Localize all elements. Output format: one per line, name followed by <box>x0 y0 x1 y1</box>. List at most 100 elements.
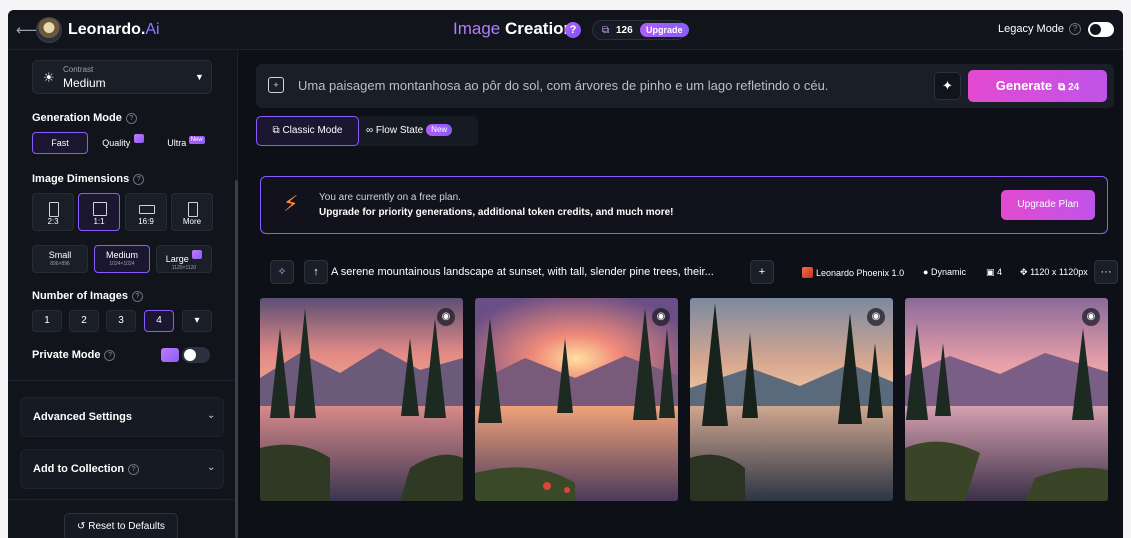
view-eye-icon[interactable]: ◉ <box>437 308 455 326</box>
mode-fast-button[interactable]: Fast <box>32 132 88 154</box>
image-prompt-icon[interactable]: + <box>268 77 284 93</box>
settings-sidebar: ☀ Contrast Medium ▼ Generation Mode? Fas… <box>8 50 238 538</box>
tab-flow-state[interactable]: ∞ Flow State New <box>366 116 478 146</box>
count-1-button[interactable]: 1 <box>32 310 62 332</box>
reset-icon: ↺ <box>77 521 86 532</box>
generated-image-4[interactable]: ◉ <box>905 298 1108 501</box>
generated-image-2[interactable]: ◉ <box>475 298 678 501</box>
help-icon[interactable]: ? <box>125 113 137 124</box>
prompt-input[interactable]: Uma paisagem montanhosa ao pôr do sol, c… <box>298 78 828 93</box>
square-ratio-icon <box>93 202 107 216</box>
prompt-enhance-sparkle-icon[interactable]: ✦ <box>934 72 961 100</box>
generation-info-row: ✧ ↑ A serene mountainous landscape at su… <box>260 260 1118 286</box>
lightning-icon: ⚡ <box>283 191 299 216</box>
brand-logo[interactable] <box>36 17 62 43</box>
new-badge: New <box>188 136 205 144</box>
count-3-button[interactable]: 3 <box>106 310 136 332</box>
banner-line-2: Upgrade for priority generations, additi… <box>319 207 674 218</box>
token-count: 126 <box>616 25 633 36</box>
prompt-bar: + Uma paisagem montanhosa ao pôr do sol,… <box>256 64 1114 108</box>
ratio-more-button[interactable]: More <box>171 193 213 231</box>
landscape-image <box>905 298 1108 501</box>
legacy-help-icon[interactable]: ? <box>1069 23 1081 35</box>
chevron-down-icon: ⌄ <box>207 410 216 421</box>
help-icon[interactable]: ? <box>133 174 145 185</box>
images-icon: ▣ <box>986 267 995 277</box>
size-large-button[interactable]: Large 1120×1120 <box>156 245 212 273</box>
phoenix-model-icon <box>802 267 813 278</box>
count-4-button[interactable]: 4 <box>144 310 174 332</box>
view-eye-icon[interactable]: ◉ <box>867 308 885 326</box>
reset-to-defaults-button[interactable]: ↺ Reset to Defaults <box>64 513 178 538</box>
advanced-settings-accordion[interactable]: Advanced Settings ⌄ <box>20 397 224 437</box>
token-icon: ⧉ <box>1058 82 1066 93</box>
upgrade-button[interactable]: Upgrade <box>640 23 689 37</box>
tab-classic-mode[interactable]: ⧉ Classic Mode <box>256 116 359 146</box>
token-balance[interactable]: ⧉ 126 Upgrade <box>592 20 689 40</box>
landscape-image <box>260 298 463 501</box>
number-of-images-title: Number of Images? <box>32 290 143 302</box>
help-icon[interactable]: ? <box>565 22 581 38</box>
premium-gem-icon <box>133 134 144 143</box>
app-window: ⟵ Leonardo.Ai Image Creation ? ⧉ 126 Upg… <box>8 10 1123 538</box>
contrast-label: Contrast <box>63 65 94 74</box>
generation-mode-title: Generation Mode? <box>32 112 137 124</box>
size-medium-button[interactable]: Medium 1024×1024 <box>94 245 150 273</box>
classic-mode-icon: ⧉ <box>272 125 280 136</box>
model-name: Leonardo Phoenix 1.0 <box>802 267 904 278</box>
magic-wand-icon[interactable]: ✧ <box>270 260 294 284</box>
image-dimensions-title: Image Dimensions? <box>32 173 145 185</box>
collapse-sidebar-icon[interactable]: ⟵ <box>16 21 38 39</box>
toggle-knob <box>1090 24 1101 35</box>
style-name: ● Dynamic <box>923 267 966 277</box>
token-icon: ⧉ <box>602 25 610 36</box>
image-size: ✥ 1120 x 1120px <box>1020 267 1088 277</box>
premium-gem-icon <box>161 348 179 362</box>
count-2-button[interactable]: 2 <box>69 310 99 332</box>
contrast-value: Medium <box>63 76 106 90</box>
add-icon[interactable]: + <box>750 260 774 284</box>
private-mode-label: Private Mode? <box>32 349 116 361</box>
portrait-ratio-icon <box>49 202 59 217</box>
divider <box>8 380 235 381</box>
page-title: Image Creation <box>453 19 574 38</box>
landscape-image <box>475 298 678 501</box>
new-badge: New <box>426 124 453 136</box>
contrast-select[interactable]: ☀ Contrast Medium ▼ <box>32 60 212 94</box>
help-icon[interactable]: ? <box>128 464 140 475</box>
count-more-dropdown[interactable]: ▾ <box>182 310 212 332</box>
view-eye-icon[interactable]: ◉ <box>1082 308 1100 326</box>
generate-button[interactable]: Generate ⧉ 24 <box>968 70 1107 102</box>
ratio-1-1-button[interactable]: 1:1 <box>78 193 120 231</box>
drop-icon: ● <box>923 267 929 277</box>
top-bar: ⟵ Leonardo.Ai Image Creation ? ⧉ 126 Upg… <box>8 10 1123 50</box>
landscape-image <box>690 298 893 501</box>
mode-tabs: ⧉ Classic Mode ∞ Flow State New <box>256 116 478 146</box>
more-options-icon[interactable]: ··· <box>1094 260 1118 284</box>
upgrade-plan-button[interactable]: Upgrade Plan <box>1001 190 1095 220</box>
sun-icon: ☀ <box>43 70 55 85</box>
free-plan-banner: ⚡ You are currently on a free plan. Upgr… <box>260 176 1108 234</box>
mode-quality-button[interactable]: Quality <box>94 132 152 154</box>
generation-prompt-text[interactable]: A serene mountainous landscape at sunset… <box>331 266 714 278</box>
custom-ratio-icon <box>188 202 198 217</box>
infinity-icon: ∞ <box>366 125 374 136</box>
legacy-mode-toggle[interactable] <box>1088 22 1114 37</box>
private-mode-toggle[interactable] <box>182 347 210 363</box>
help-icon[interactable]: ? <box>131 291 143 302</box>
ratio-2-3-button[interactable]: 2:3 <box>32 193 74 231</box>
arrow-up-icon[interactable]: ↑ <box>304 260 328 284</box>
brand-name[interactable]: Leonardo.Ai <box>68 21 160 39</box>
add-to-collection-accordion[interactable]: Add to Collection? ⌄ <box>20 449 224 489</box>
generated-image-3[interactable]: ◉ <box>690 298 893 501</box>
toggle-knob <box>184 349 196 361</box>
help-icon[interactable]: ? <box>104 350 116 361</box>
divider <box>8 499 235 500</box>
view-eye-icon[interactable]: ◉ <box>652 308 670 326</box>
mode-ultra-button[interactable]: Ultra New <box>158 132 214 154</box>
generated-image-1[interactable]: ◉ <box>260 298 463 501</box>
ratio-16-9-button[interactable]: 16:9 <box>125 193 167 231</box>
sidebar-scrollbar[interactable] <box>235 180 238 538</box>
landscape-ratio-icon <box>139 205 155 214</box>
size-small-button[interactable]: Small 896×896 <box>32 245 88 273</box>
